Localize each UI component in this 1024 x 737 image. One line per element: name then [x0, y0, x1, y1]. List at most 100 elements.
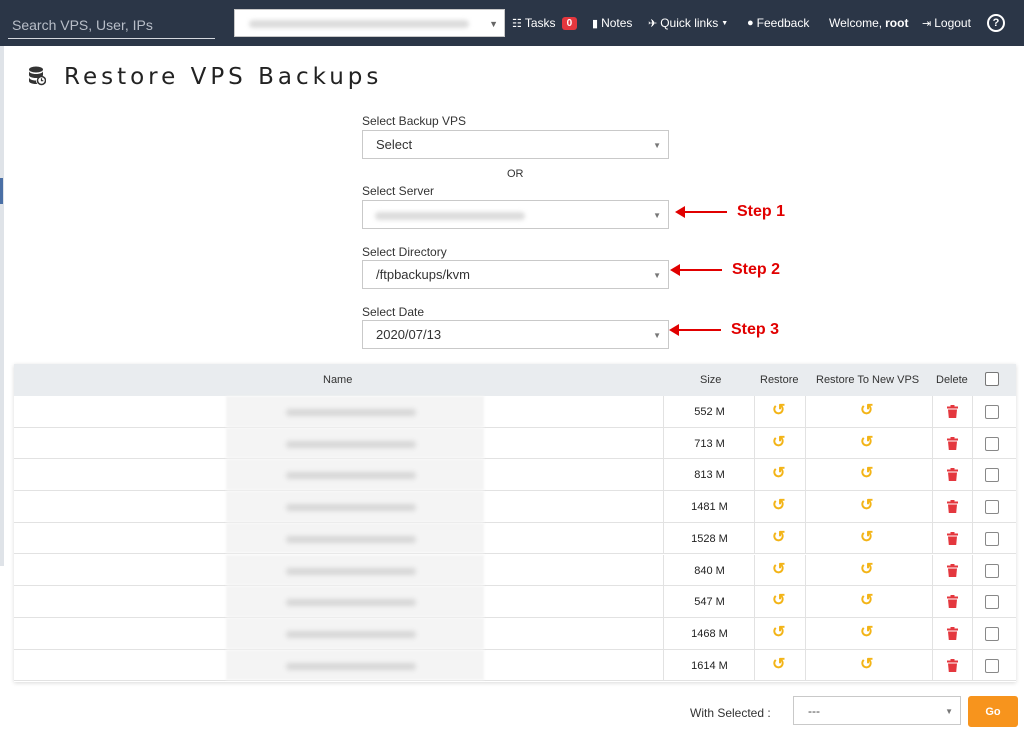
with-selected-label: With Selected :	[690, 706, 771, 720]
row-checkbox[interactable]	[985, 436, 999, 451]
chevron-down-icon: ▼	[653, 331, 661, 340]
feedback-link[interactable]: ● Feedback	[747, 14, 809, 32]
comment-icon: ●	[747, 17, 754, 29]
notes-label: Notes	[601, 16, 633, 30]
column-divider	[932, 522, 933, 554]
step2-annotation: Step 2	[670, 261, 780, 279]
chevron-down-icon: ▼	[945, 707, 953, 716]
restore-new-vps-icon[interactable]: ↺	[860, 466, 873, 482]
chevron-down-icon: ▼	[653, 271, 661, 280]
row-checkbox[interactable]	[985, 563, 999, 578]
backups-table: Name Size Restore Restore To New VPS Del…	[14, 364, 1016, 682]
column-divider	[805, 396, 806, 427]
backup-name-cell	[14, 491, 664, 522]
restore-icon[interactable]: ↺	[772, 624, 785, 641]
search-input[interactable]: Search VPS, User, IPs	[8, 10, 215, 39]
date-label: Select Date	[362, 305, 425, 319]
size-cell: 1528 M	[665, 522, 755, 554]
arrow-left-icon	[675, 206, 727, 218]
row-checkbox[interactable]	[985, 531, 999, 546]
restore-new-vps-icon[interactable]: ↺	[860, 561, 873, 578]
restore-icon[interactable]: ↺	[772, 656, 785, 673]
column-divider	[805, 586, 806, 617]
trash-icon[interactable]	[947, 658, 958, 672]
size-cell: 1468 M	[665, 617, 755, 649]
col-delete-header: Delete	[936, 374, 968, 386]
trash-icon[interactable]	[947, 626, 958, 640]
restore-icon[interactable]: ↺	[772, 403, 785, 419]
blurred-name	[226, 649, 484, 681]
restore-icon[interactable]: ↺	[772, 498, 785, 514]
column-divider	[972, 427, 973, 459]
blurred-value	[375, 212, 525, 220]
step3-annotation: Step 3	[669, 321, 780, 339]
restore-new-vps-icon[interactable]: ↺	[860, 624, 873, 641]
restore-icon[interactable]: ↺	[772, 529, 785, 546]
restore-new-vps-icon[interactable]: ↺	[860, 593, 873, 609]
caret-down-icon: ▼	[721, 19, 729, 27]
quicklinks-menu[interactable]: ✈ Quick links ▼	[648, 14, 728, 32]
restore-new-vps-icon[interactable]: ↺	[860, 403, 873, 419]
restore-icon[interactable]: ↺	[772, 466, 785, 482]
blurred-value	[249, 20, 469, 28]
tasks-label: Tasks	[524, 16, 556, 30]
chevron-down-icon: ▼	[653, 141, 661, 150]
row-checkbox[interactable]	[985, 468, 999, 483]
arrow-left-icon	[670, 264, 722, 276]
with-selected-value: ---	[808, 704, 820, 718]
restore-new-vps-icon[interactable]: ↺	[860, 529, 873, 546]
help-icon[interactable]: ?	[987, 14, 1005, 32]
backup-vps-select[interactable]: Select ▼	[362, 130, 669, 159]
column-divider	[972, 617, 973, 649]
trash-icon[interactable]	[947, 500, 958, 514]
trash-icon[interactable]	[947, 405, 958, 418]
size-cell: 552 M	[665, 396, 755, 427]
column-divider	[972, 649, 973, 681]
directory-select[interactable]: /ftpbackups/kvm ▼	[362, 260, 669, 289]
col-name-header: Name	[323, 374, 353, 386]
restore-new-vps-icon[interactable]: ↺	[860, 434, 873, 451]
row-checkbox[interactable]	[985, 658, 999, 673]
trash-icon[interactable]	[947, 468, 958, 482]
database-restore-icon	[29, 66, 46, 86]
row-checkbox[interactable]	[985, 500, 999, 515]
row-checkbox[interactable]	[985, 405, 999, 419]
trash-icon[interactable]	[947, 563, 958, 577]
size-cell: 1481 M	[665, 491, 755, 522]
size-cell: 713 M	[665, 427, 755, 459]
tasks-link[interactable]: ☷ Tasks 0	[512, 14, 578, 32]
notes-link[interactable]: ▮ Notes	[592, 14, 632, 32]
restore-icon[interactable]: ↺	[772, 561, 785, 578]
restore-new-vps-icon[interactable]: ↺	[860, 498, 873, 514]
column-divider	[805, 459, 806, 491]
server-select[interactable]: ▼	[362, 200, 669, 229]
restore-new-vps-icon[interactable]: ↺	[860, 656, 873, 673]
date-select[interactable]: 2020/07/13 ▼	[362, 320, 669, 349]
table-row: 813 M ↺ ↺	[14, 459, 1016, 492]
step3-label: Step 3	[731, 321, 780, 338]
server-label: Select Server	[362, 184, 435, 198]
column-divider	[972, 459, 973, 491]
column-divider	[805, 427, 806, 459]
row-checkbox[interactable]	[985, 595, 999, 610]
restore-icon[interactable]: ↺	[772, 593, 785, 609]
trash-icon[interactable]	[947, 436, 958, 450]
or-separator: OR	[507, 168, 524, 180]
logout-link[interactable]: ⇥ Logout	[922, 14, 971, 32]
feedback-label: Feedback	[756, 16, 810, 30]
column-divider	[972, 491, 973, 522]
trash-icon[interactable]	[947, 531, 958, 545]
column-divider	[805, 617, 806, 649]
col-size-header: Size	[700, 374, 722, 386]
top-vps-select[interactable]: ▼	[234, 9, 505, 37]
table-row: 1481 M ↺ ↺	[14, 491, 1016, 523]
table-row: 552 M ↺ ↺	[14, 396, 1016, 428]
with-selected-select[interactable]: --- ▼	[793, 696, 961, 725]
go-button[interactable]: Go	[968, 696, 1018, 727]
row-checkbox[interactable]	[985, 626, 999, 641]
restore-icon[interactable]: ↺	[772, 434, 785, 451]
select-all-checkbox[interactable]	[985, 372, 999, 386]
table-row: 547 M ↺ ↺	[14, 586, 1016, 618]
backup-name-cell	[14, 617, 664, 649]
trash-icon[interactable]	[947, 595, 958, 609]
